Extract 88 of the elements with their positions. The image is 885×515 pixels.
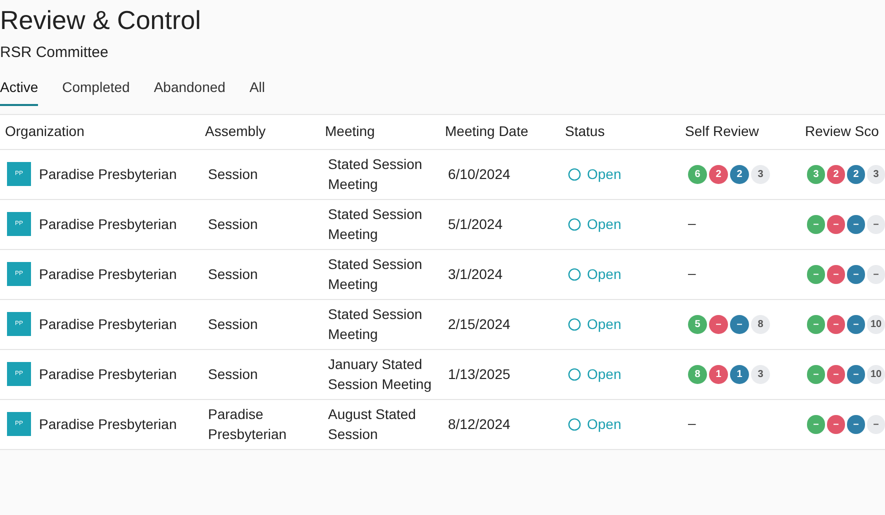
count-badge: – bbox=[807, 364, 825, 384]
date-cell-text: 3/1/2024 bbox=[447, 264, 504, 284]
count-badge: – bbox=[847, 414, 865, 434]
status-text: Open bbox=[587, 364, 622, 384]
circle-icon bbox=[568, 268, 581, 280]
count-badge: – bbox=[867, 264, 885, 284]
count-badge: – bbox=[867, 214, 885, 234]
count-badge: – bbox=[827, 364, 845, 384]
status-text: Open bbox=[587, 314, 622, 334]
organization-name: Paradise Presbyterian bbox=[39, 264, 177, 284]
page-subtitle: RSR Committee bbox=[0, 43, 110, 63]
tab[interactable]: Abandoned bbox=[154, 76, 226, 106]
circle-icon bbox=[568, 218, 581, 230]
empty-dash: – bbox=[688, 415, 696, 431]
count-badge: 10 bbox=[867, 364, 885, 384]
count-badge: – bbox=[847, 364, 865, 384]
column-header: Organization bbox=[4, 122, 86, 141]
column-header: Review Sco bbox=[804, 122, 880, 141]
assembly-cell-text: Session bbox=[207, 315, 259, 334]
assembly-cell-text: Paradise Presbyterian bbox=[207, 405, 288, 444]
assembly-cell-text: Session bbox=[207, 365, 259, 384]
organization-name: Paradise Presbyterian bbox=[39, 364, 177, 384]
empty-dash: – bbox=[688, 215, 696, 231]
column-header: Meeting Date bbox=[444, 122, 530, 141]
tab[interactable]: All bbox=[249, 76, 266, 106]
status-text: Open bbox=[587, 164, 622, 184]
count-badge: – bbox=[709, 314, 728, 334]
count-badge: 3 bbox=[867, 164, 885, 184]
organization-name: Paradise Presbyterian bbox=[39, 314, 177, 334]
count-badge: 6 bbox=[688, 164, 707, 184]
column-header: Status bbox=[564, 122, 606, 141]
count-badge: – bbox=[847, 264, 865, 284]
count-badge: 3 bbox=[807, 164, 825, 184]
count-badge: – bbox=[847, 314, 865, 334]
circle-icon bbox=[568, 418, 581, 430]
count-badge: 2 bbox=[847, 164, 865, 184]
count-badge: 2 bbox=[709, 164, 728, 184]
count-badge: 8 bbox=[751, 314, 770, 334]
column-header: Meeting bbox=[324, 122, 376, 141]
count-badge: – bbox=[827, 214, 845, 234]
assembly-cell-text: Session bbox=[207, 215, 259, 234]
circle-icon bbox=[568, 368, 581, 380]
organization-name: Paradise Presbyterian bbox=[39, 214, 177, 234]
date-cell-text: 8/12/2024 bbox=[447, 414, 512, 434]
organization-name: Paradise Presbyterian bbox=[39, 164, 177, 184]
count-badge: – bbox=[867, 414, 885, 434]
meeting-cell-text: January Stated Session Meeting bbox=[327, 355, 433, 394]
count-badge: 10 bbox=[867, 314, 885, 334]
count-badge: – bbox=[827, 314, 845, 334]
count-badge: 3 bbox=[751, 164, 770, 184]
date-cell-text: 1/13/2025 bbox=[447, 364, 512, 384]
date-cell-text: 6/10/2024 bbox=[447, 164, 512, 184]
meeting-cell-text: Stated Session Meeting bbox=[327, 155, 424, 194]
count-badge: – bbox=[827, 414, 845, 434]
assembly-cell-text: Session bbox=[207, 265, 259, 284]
count-badge: – bbox=[847, 214, 865, 234]
meeting-cell-text: August Stated Session bbox=[327, 405, 417, 444]
meeting-cell-text: Stated Session Meeting bbox=[327, 305, 424, 344]
assembly-cell-text: Session bbox=[207, 165, 259, 184]
column-header: Assembly bbox=[204, 122, 267, 141]
count-badge: – bbox=[807, 214, 825, 234]
circle-icon bbox=[568, 318, 581, 330]
count-badge: – bbox=[827, 264, 845, 284]
count-badge: – bbox=[807, 314, 825, 334]
count-badge: 2 bbox=[827, 164, 845, 184]
count-badge: 2 bbox=[730, 164, 749, 184]
count-badge: – bbox=[807, 264, 825, 284]
count-badge: – bbox=[807, 414, 825, 434]
count-badge: 3 bbox=[751, 364, 770, 384]
meeting-cell-text: Stated Session Meeting bbox=[327, 255, 424, 294]
count-badge: 5 bbox=[688, 314, 707, 334]
count-badge: 1 bbox=[709, 364, 728, 384]
count-badge: 8 bbox=[688, 364, 707, 384]
date-cell-text: 2/15/2024 bbox=[447, 314, 512, 334]
page-title: Review & Control bbox=[0, 4, 202, 37]
organization-name: Paradise Presbyterian bbox=[39, 414, 177, 434]
circle-icon bbox=[568, 168, 581, 180]
status-text: Open bbox=[587, 264, 622, 284]
tab[interactable]: Active bbox=[0, 76, 38, 106]
status-text: Open bbox=[587, 414, 622, 434]
count-badge: – bbox=[730, 314, 749, 334]
empty-dash: – bbox=[688, 265, 696, 281]
tab[interactable]: Completed bbox=[62, 76, 130, 106]
column-header: Self Review bbox=[684, 122, 760, 141]
count-badge: 1 bbox=[730, 364, 749, 384]
meeting-cell-text: Stated Session Meeting bbox=[327, 205, 424, 244]
date-cell-text: 5/1/2024 bbox=[447, 214, 504, 234]
status-text: Open bbox=[587, 214, 622, 234]
